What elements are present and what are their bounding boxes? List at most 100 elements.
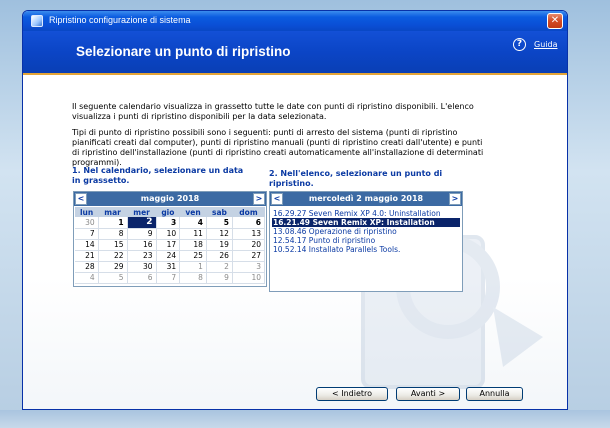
step1-label: 1. Nel calendario, selezionare un data i… <box>72 166 244 185</box>
calendar-day[interactable]: 7 <box>75 228 99 240</box>
close-button[interactable]: ✕ <box>547 13 563 29</box>
wizard-content: Il seguente calendario visualizza in gra… <box>23 77 567 409</box>
calendar-day[interactable]: 27 <box>232 250 266 262</box>
restore-point-item[interactable]: 16.29.27 Seven Remix XP 4.0: Uninstallat… <box>272 209 460 218</box>
calendar-day[interactable]: 2 <box>127 217 157 229</box>
restore-point-description: Installato Parallels Tools. <box>308 245 401 254</box>
calendar-day[interactable]: 22 <box>98 250 128 262</box>
restore-point-description: Seven Remix XP: Installation <box>312 218 435 227</box>
calendar-week-row: 7 8 9 10 11 12 13 <box>75 228 266 240</box>
calendar-day[interactable]: 5 <box>206 217 233 229</box>
restore-point-panel: < mercoledì 2 maggio 2018 > 16.29.27 Sev… <box>269 191 463 292</box>
restore-point-next-date-button[interactable]: > <box>449 193 461 205</box>
calendar-day[interactable]: 1 <box>179 261 207 273</box>
calendar-day[interactable]: 19 <box>206 239 233 251</box>
back-button[interactable]: < Indietro <box>316 387 388 401</box>
calendar-week-row: 30 1 2 3 4 5 6 <box>75 217 266 229</box>
calendar-day[interactable]: 30 <box>127 261 157 273</box>
calendar-day[interactable]: 29 <box>98 261 128 273</box>
step2-label: 2. Nell'elenco, selezionare un punto di … <box>269 169 443 188</box>
next-button[interactable]: Avanti > <box>396 387 460 401</box>
system-restore-window: Ripristino configurazione di sistema ✕ S… <box>22 10 568 410</box>
calendar-day[interactable]: 6 <box>127 272 157 284</box>
calendar-weekday: gio <box>156 207 180 217</box>
calendar-next-month-button[interactable]: > <box>253 193 265 205</box>
calendar-day[interactable]: 1 <box>98 217 128 229</box>
system-restore-icon <box>31 15 43 27</box>
calendar-week-row: 14 15 16 17 18 19 20 <box>75 239 266 251</box>
calendar-week-row: 28 29 30 31 1 2 3 <box>75 261 266 273</box>
calendar-day[interactable]: 12 <box>206 228 233 240</box>
calendar-day[interactable]: 2 <box>206 261 233 273</box>
calendar-day[interactable]: 26 <box>206 250 233 262</box>
calendar-day[interactable]: 7 <box>156 272 181 284</box>
cancel-button[interactable]: Annulla <box>466 387 523 401</box>
calendar-week-row: 4 5 6 7 8 9 10 <box>75 272 266 284</box>
calendar-grid: lun mar mer gio ven sab dom 30 1 2 3 4 5 6 7 8 9 10 11 12 1… <box>75 207 266 284</box>
calendar-header: < maggio 2018 > <box>74 192 266 206</box>
calendar-day[interactable]: 5 <box>98 272 128 284</box>
restore-point-description: Punto di ripristino <box>308 236 376 245</box>
calendar-weekday-row: lun mar mer gio ven sab dom <box>75 207 265 217</box>
restore-point-header: < mercoledì 2 maggio 2018 > <box>270 192 462 206</box>
calendar-weekday: sab <box>206 207 233 217</box>
calendar-month-label: maggio 2018 <box>140 194 200 203</box>
calendar-day[interactable]: 28 <box>75 261 99 273</box>
help-icon[interactable]: ? <box>513 38 526 51</box>
calendar-day[interactable]: 6 <box>232 217 266 229</box>
calendar-weekday: mer <box>127 207 157 217</box>
restore-point-item[interactable]: 16.21.49 Seven Remix XP: Installation <box>272 218 460 227</box>
calendar-day[interactable]: 16 <box>127 239 157 251</box>
window-title: Ripristino configurazione di sistema <box>49 15 191 25</box>
restore-point-item[interactable]: 10.52.14 Installato Parallels Tools. <box>272 245 460 254</box>
restore-point-item[interactable]: 12.54.17 Punto di ripristino <box>272 236 460 245</box>
desktop-bottom-strip <box>0 410 610 428</box>
calendar-day[interactable]: 3 <box>232 261 266 273</box>
calendar-day[interactable]: 3 <box>156 217 181 229</box>
restore-point-date-label: mercoledì 2 maggio 2018 <box>308 194 424 203</box>
calendar-day[interactable]: 4 <box>75 272 99 284</box>
calendar-day[interactable]: 20 <box>232 239 266 251</box>
title-bar[interactable]: Ripristino configurazione di sistema ✕ <box>23 11 567 31</box>
restore-point-time: 16.21.49 <box>273 218 311 227</box>
calendar-day[interactable]: 18 <box>179 239 207 251</box>
calendar-day[interactable]: 4 <box>179 217 207 229</box>
calendar-day[interactable]: 10 <box>232 272 266 284</box>
calendar-day[interactable]: 21 <box>75 250 99 262</box>
restore-point-time: 16.29.27 <box>273 209 307 218</box>
help-link[interactable]: Guida <box>534 40 557 49</box>
calendar-days: 30 1 2 3 4 5 6 7 8 9 10 11 12 13 14 15 16 17 18 19 20 21 22 23 2… <box>75 217 266 284</box>
calendar-weekday: mar <box>98 207 128 217</box>
calendar-day[interactable]: 17 <box>156 239 181 251</box>
restore-point-description: Operazione di ripristino <box>308 227 397 236</box>
calendar-day[interactable]: 14 <box>75 239 99 251</box>
restore-point-item[interactable]: 13.08.46 Operazione di ripristino <box>272 227 460 236</box>
restore-point-list[interactable]: 16.29.27 Seven Remix XP 4.0: Uninstallat… <box>272 209 460 254</box>
page-title: Selezionare un punto di ripristino <box>76 44 291 59</box>
restore-point-time: 13.08.46 <box>273 227 307 236</box>
calendar-day[interactable]: 10 <box>156 228 181 240</box>
calendar-day[interactable]: 31 <box>156 261 181 273</box>
calendar-day[interactable]: 15 <box>98 239 128 251</box>
intro-paragraph-2: Tipi di punto di ripristino possibili so… <box>72 128 484 167</box>
calendar-week-row: 21 22 23 24 25 26 27 <box>75 250 266 262</box>
calendar-day[interactable]: 25 <box>179 250 207 262</box>
calendar-day[interactable]: 24 <box>156 250 181 262</box>
calendar-day[interactable]: 13 <box>232 228 266 240</box>
calendar-weekday: ven <box>179 207 207 217</box>
calendar-day[interactable]: 30 <box>75 217 99 229</box>
restore-point-description: Seven Remix XP 4.0: Uninstallation <box>308 209 441 218</box>
calendar-day[interactable]: 8 <box>179 272 207 284</box>
restore-point-time: 12.54.17 <box>273 236 307 245</box>
calendar-day[interactable]: 9 <box>127 228 157 240</box>
intro-paragraph-1: Il seguente calendario visualizza in gra… <box>72 102 474 121</box>
calendar-weekday: lun <box>75 207 99 217</box>
calendar-day[interactable]: 9 <box>206 272 233 284</box>
calendar-day[interactable]: 8 <box>98 228 128 240</box>
restore-point-time: 10.52.14 <box>273 245 307 254</box>
calendar-weekday: dom <box>232 207 265 217</box>
calendar: < maggio 2018 > lun mar mer gio ven sab dom 30… <box>73 191 267 287</box>
wizard-header: Selezionare un punto di ripristino ? Gui… <box>23 31 567 75</box>
calendar-day[interactable]: 11 <box>179 228 207 240</box>
calendar-day[interactable]: 23 <box>127 250 157 262</box>
